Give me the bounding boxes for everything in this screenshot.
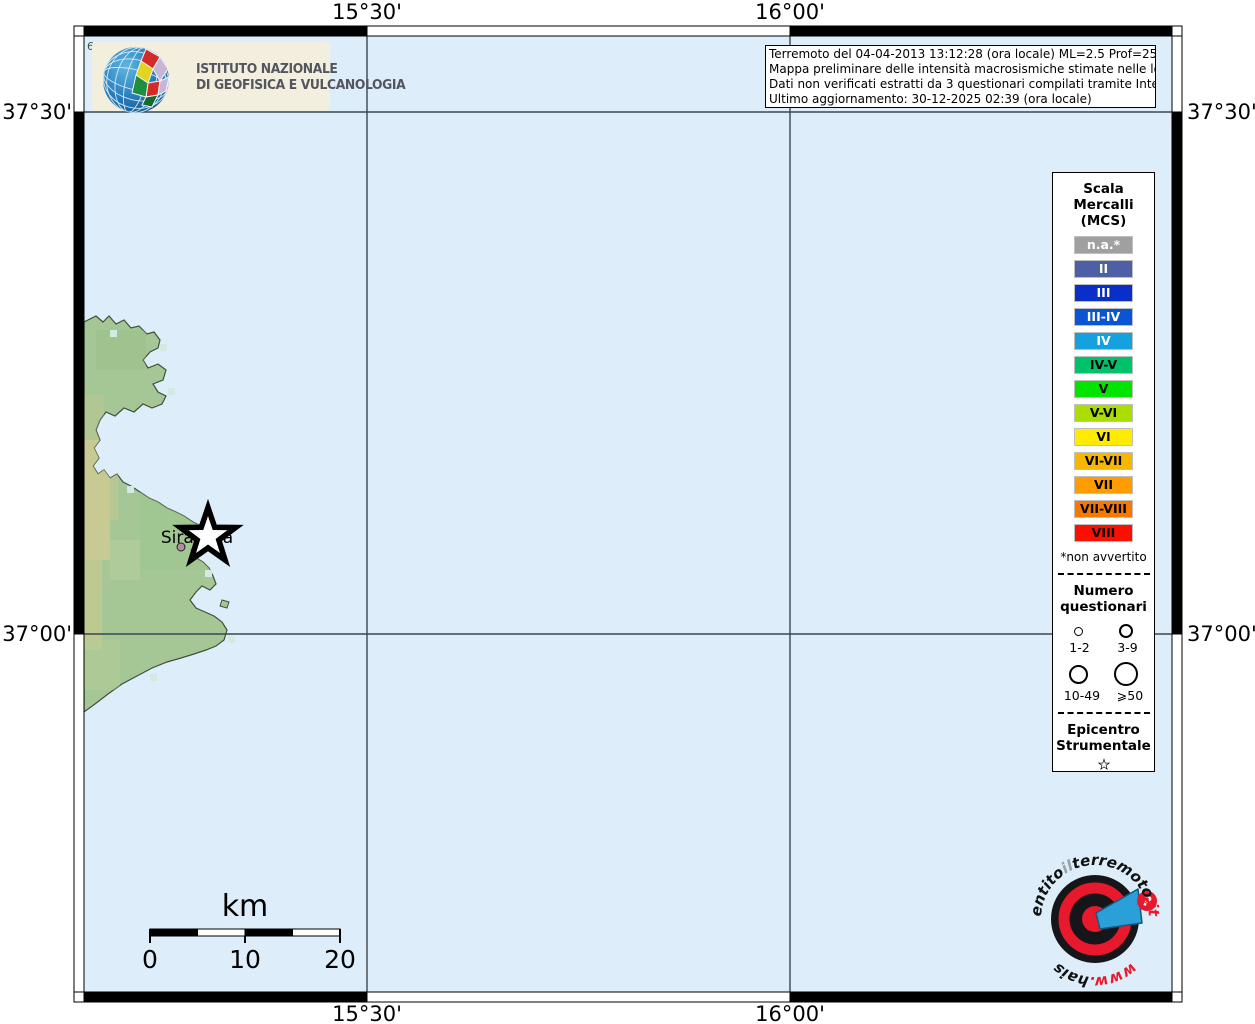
sea [84, 36, 1172, 992]
legend-title-line3: (MCS) [1081, 213, 1127, 229]
legend-separator-1 [1058, 573, 1150, 575]
scale-tick-0: 0 [142, 945, 158, 974]
ingv-logo-line1: ISTITUTO NAZIONALE [196, 62, 405, 78]
questionnaire-circle-50 [1114, 662, 1138, 686]
scale-tick-20: 20 [324, 945, 356, 974]
legend-mcs-iv: IV [1075, 333, 1132, 349]
islet [220, 600, 229, 608]
questionnaire-label-1-2: 1-2 [1069, 640, 1089, 655]
ingv-logo-line2: DI GEOFISICA E VULCANOLOGIA [196, 78, 405, 94]
legend-mcs-iv-v: IV-V [1075, 357, 1132, 373]
legend-panel: Scala Mercalli (MCS) n.a.* II III III-IV… [1052, 172, 1155, 772]
questionnaire-circle-10-49 [1069, 665, 1088, 684]
legend-footnote: *non avvertito [1060, 550, 1146, 564]
legend-mcs-v-vi: V-VI [1075, 405, 1132, 421]
axis-label-left-lower: 37°00' [0, 622, 72, 646]
ingv-logo-text: ISTITUTO NAZIONALE DI GEOFISICA E VULCAN… [196, 62, 405, 94]
epicenter-star-icon [1092, 758, 1116, 771]
axis-label-top-left: 15°30' [297, 0, 437, 24]
event-info-box: Terremoto del 04-04-2013 13:12:28 (ora l… [765, 45, 1156, 108]
legend-mcs-iii-iv: III-IV [1075, 309, 1132, 325]
axis-label-top-right: 16°00' [720, 0, 860, 24]
questionnaire-title-line2: questionari [1060, 599, 1147, 615]
axis-label-left-upper: 37°30' [0, 100, 72, 124]
scale-tick-10: 10 [229, 945, 261, 974]
legend-mcs-vi-vii: VI-VII [1075, 453, 1132, 469]
questionnaire-title-line1: Numero [1073, 583, 1133, 599]
legend-title-line2: Mercalli [1073, 197, 1133, 213]
epicenter-title-line1: Epicentro [1067, 722, 1140, 738]
axis-label-bottom-left: 15°30' [297, 1002, 437, 1024]
legend-mcs-iii: III [1075, 285, 1132, 301]
ingv-globe-icon [100, 45, 172, 115]
legend-mcs-vii-viii: VII-VIII [1075, 501, 1132, 517]
haisentitoilterremoto-logo: ? entitoilterremoto.it www.hais [1028, 853, 1164, 995]
questionnaire-label-50: ⩾50 [1117, 688, 1143, 703]
legend-mcs-na: n.a.* [1075, 237, 1132, 253]
legend-mcs-vii: VII [1075, 477, 1132, 493]
questionnaire-circle-1-2 [1074, 627, 1083, 636]
questionnaire-label-10-49: 10-49 [1064, 688, 1100, 703]
legend-mcs-viii: VIII [1075, 525, 1132, 541]
watermark-arc-bottom: www.hais [1049, 959, 1140, 991]
axis-label-right-upper: 37°30' [1187, 100, 1255, 124]
axis-label-right-lower: 37°00' [1187, 622, 1255, 646]
legend-mcs-ii: II [1075, 261, 1132, 277]
questionnaire-circle-3-9 [1119, 624, 1133, 638]
epicenter-title-line2: Strumentale [1056, 738, 1151, 754]
questionnaire-label-3-9: 3-9 [1117, 640, 1137, 655]
event-info-line1: Terremoto del 04-04-2013 13:12:28 (ora l… [769, 47, 1152, 62]
axis-label-bottom-right: 16°00' [720, 1002, 860, 1024]
legend-title-line1: Scala [1083, 181, 1124, 197]
event-info-line3: Dati non verificati estratti da 3 questi… [769, 77, 1152, 92]
legend-separator-2 [1058, 712, 1150, 714]
page: 6 Siracusa km 0 10 20 15°30' 16°00' 15°3… [0, 0, 1255, 1024]
event-info-line2: Mappa preliminare delle intensità macros… [769, 62, 1152, 77]
event-info-line4: Ultimo aggiornamento: 30-12-2025 02:39 (… [769, 92, 1152, 107]
legend-mcs-v: V [1075, 381, 1132, 397]
scale-bar-unit: km [222, 889, 269, 924]
legend-mcs-vi: VI [1075, 429, 1132, 445]
